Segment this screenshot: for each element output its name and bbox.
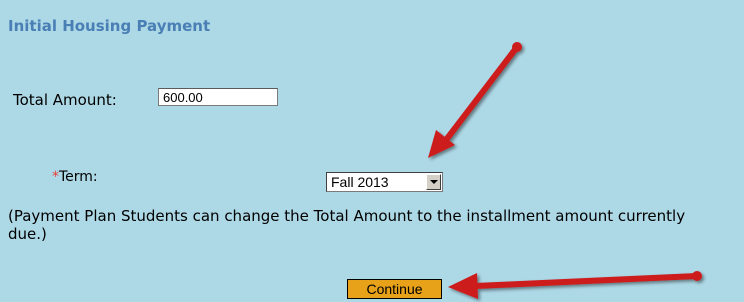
payment-page: { "title": "Initial Housing Payment", "t… xyxy=(0,0,744,302)
term-label-text: Term: xyxy=(59,169,98,185)
total-amount-label: Total Amount: xyxy=(13,91,117,109)
continue-button[interactable]: Continue xyxy=(347,279,442,299)
total-amount-input[interactable] xyxy=(158,88,278,106)
required-marker: * xyxy=(52,169,59,185)
red-arrow-icon xyxy=(428,42,522,158)
dropdown-arrow-icon[interactable] xyxy=(426,174,441,190)
term-select[interactable]: Fall 2013 xyxy=(326,172,443,192)
payment-plan-note: (Payment Plan Students can change the To… xyxy=(8,207,686,243)
term-selected-value: Fall 2013 xyxy=(331,174,389,190)
term-label: *Term: xyxy=(52,169,98,185)
page-title: Initial Housing Payment xyxy=(8,17,211,35)
red-arrow-icon xyxy=(448,271,702,299)
annotation-arrows xyxy=(428,42,702,299)
